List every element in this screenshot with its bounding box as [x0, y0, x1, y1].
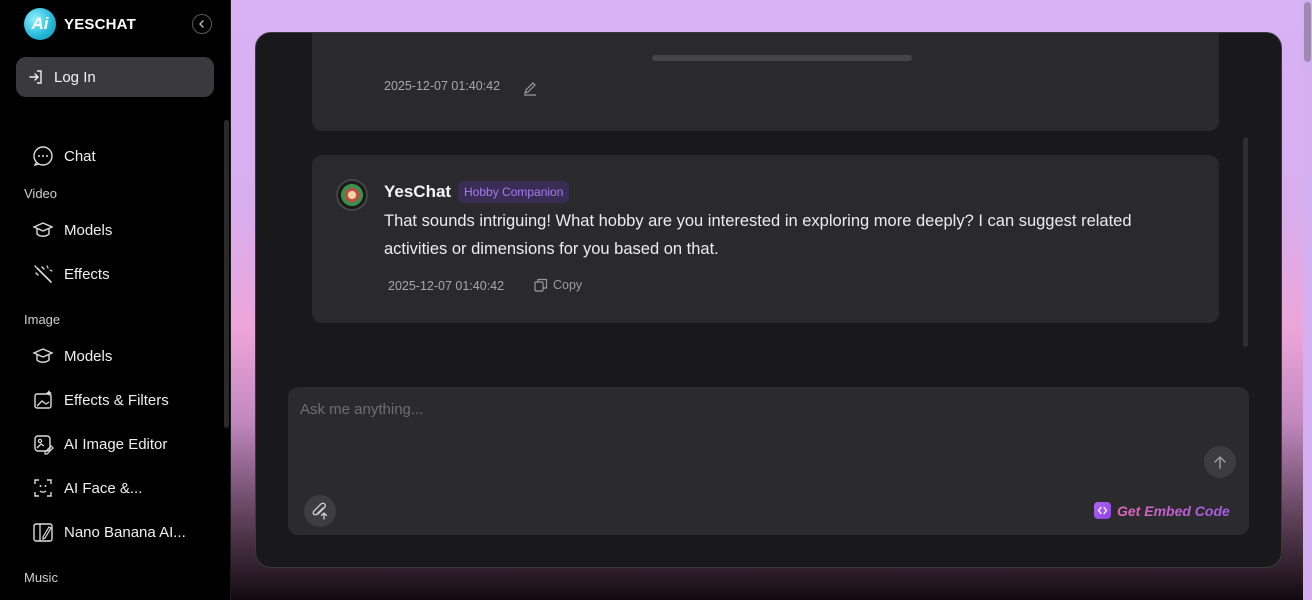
- attach-button[interactable]: [304, 495, 336, 527]
- sidebar-item-effects-filters[interactable]: Effects & Filters: [32, 386, 169, 414]
- sidebar-item-label: Models: [64, 347, 113, 365]
- sidebar-item-label: Effects & Filters: [64, 391, 169, 409]
- bot-role-badge: Hobby Companion: [458, 181, 570, 203]
- sidebar-item-label: AI Face &...: [64, 479, 143, 497]
- page-scrollbar[interactable]: [1303, 0, 1312, 600]
- copy-label: Copy: [553, 278, 583, 292]
- bot-name: YesChat: [384, 182, 452, 201]
- sidebar: Ai YESCHAT Log In Chat Video Models Effe…: [0, 0, 231, 600]
- message-timestamp: 2025-12-07 01:40:42: [384, 79, 501, 93]
- code-icon: [1094, 502, 1111, 519]
- user-message-card: 2025-12-07 01:40:42: [312, 33, 1219, 131]
- sidebar-item-label: AI Image Editor: [64, 435, 168, 453]
- face-scan-icon: [32, 477, 54, 499]
- edit-icon[interactable]: [522, 80, 538, 101]
- chat-scrollbar[interactable]: [1243, 137, 1248, 347]
- sidebar-item-label: Nano Banana AI...: [64, 523, 186, 541]
- brand[interactable]: Ai YESCHAT: [24, 8, 136, 40]
- page-scrollbar-thumb[interactable]: [1304, 2, 1311, 62]
- collapse-sidebar-button[interactable]: [192, 14, 212, 34]
- section-label-image: Image: [24, 312, 61, 327]
- image-sparkle-icon: [32, 389, 54, 411]
- chat-input[interactable]: [300, 397, 1200, 421]
- login-label: Log In: [54, 68, 96, 86]
- sidebar-item-label: Models: [64, 221, 113, 239]
- brand-name: YESCHAT: [64, 15, 136, 33]
- chat-panel: 2025-12-07 01:40:42 YesChat Hobby Compan…: [255, 32, 1282, 568]
- paperclip-icon: [312, 502, 328, 520]
- sidebar-scrollbar[interactable]: [224, 120, 229, 428]
- sidebar-item-label: Chat: [64, 147, 96, 165]
- arrow-up-icon: [1214, 455, 1226, 469]
- message-timestamp: 2025-12-07 01:40:42: [388, 279, 505, 293]
- copy-button[interactable]: Copy: [534, 278, 582, 292]
- chevron-left-icon: [199, 20, 204, 28]
- bot-message-text: That sounds intriguing! What hobby are y…: [384, 212, 1132, 258]
- graduation-cap-icon: [32, 219, 54, 241]
- sidebar-item-ai-image-editor[interactable]: AI Image Editor: [32, 430, 167, 458]
- section-label-video: Video: [24, 186, 58, 201]
- section-label-music: Music: [24, 570, 58, 585]
- sidebar-item-label: Effects: [64, 265, 110, 283]
- sidebar-item-image-models[interactable]: Models: [32, 342, 112, 370]
- send-button[interactable]: [1204, 446, 1236, 478]
- sidebar-item-video-models[interactable]: Models: [32, 216, 112, 244]
- sidebar-item-nano-banana[interactable]: Nano Banana AI...: [32, 518, 186, 546]
- sidebar-item-video-effects[interactable]: Effects: [32, 260, 110, 288]
- get-embed-code-button[interactable]: Get Embed Code: [1094, 502, 1230, 519]
- brand-logo: Ai: [24, 8, 56, 40]
- chat-bubble-icon: [32, 145, 54, 167]
- sidebar-item-ai-face[interactable]: AI Face &...: [32, 474, 142, 502]
- login-button[interactable]: Log In: [16, 57, 214, 97]
- truncated-message-text: [652, 55, 912, 61]
- main-area: 2025-12-07 01:40:42 YesChat Hobby Compan…: [231, 0, 1312, 600]
- embed-label: Get Embed Code: [1117, 502, 1230, 519]
- login-icon: [29, 70, 42, 84]
- bot-avatar: [336, 179, 368, 211]
- image-edit-icon: [32, 433, 54, 455]
- graduation-cap-icon: [32, 345, 54, 367]
- sidebar-item-chat[interactable]: Chat: [32, 142, 96, 170]
- composer: Get Embed Code: [288, 387, 1249, 535]
- magic-wand-icon: [32, 263, 54, 285]
- copy-icon: [534, 278, 548, 292]
- pen-frame-icon: [32, 521, 54, 543]
- bot-message-card: YesChat Hobby Companion That sounds intr…: [312, 155, 1219, 323]
